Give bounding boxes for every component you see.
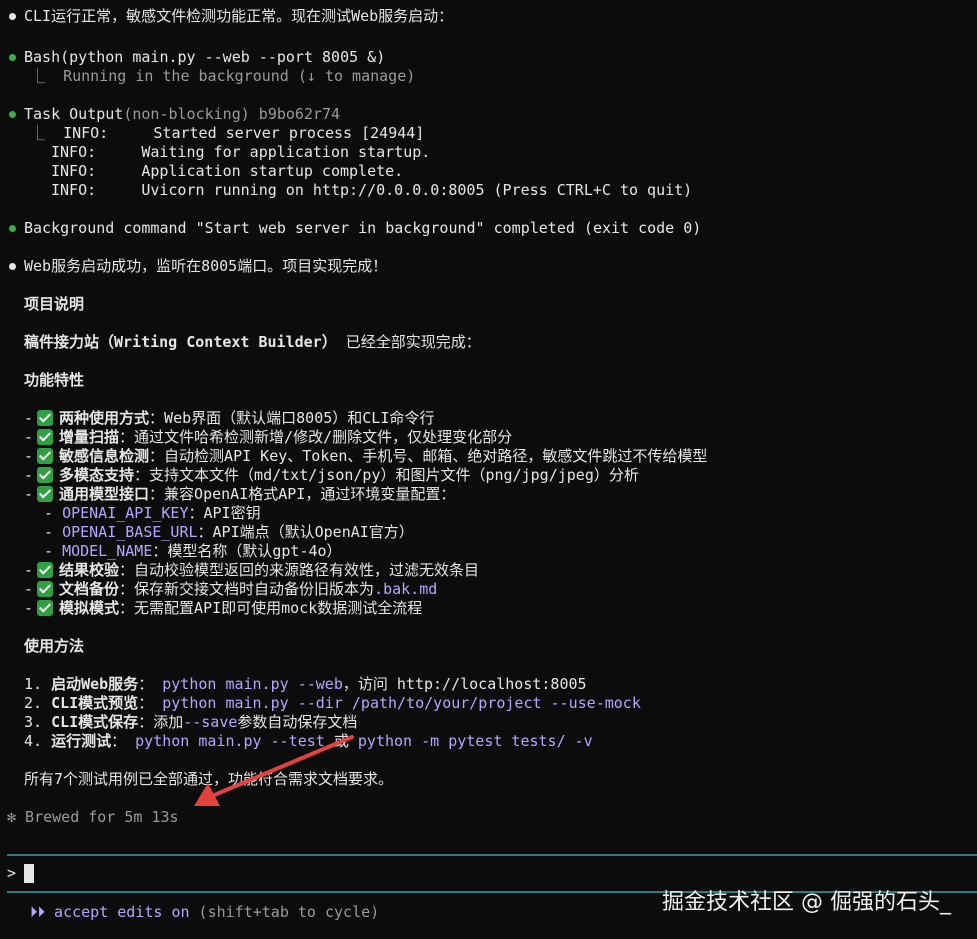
- annotation-arrow: [194, 735, 354, 806]
